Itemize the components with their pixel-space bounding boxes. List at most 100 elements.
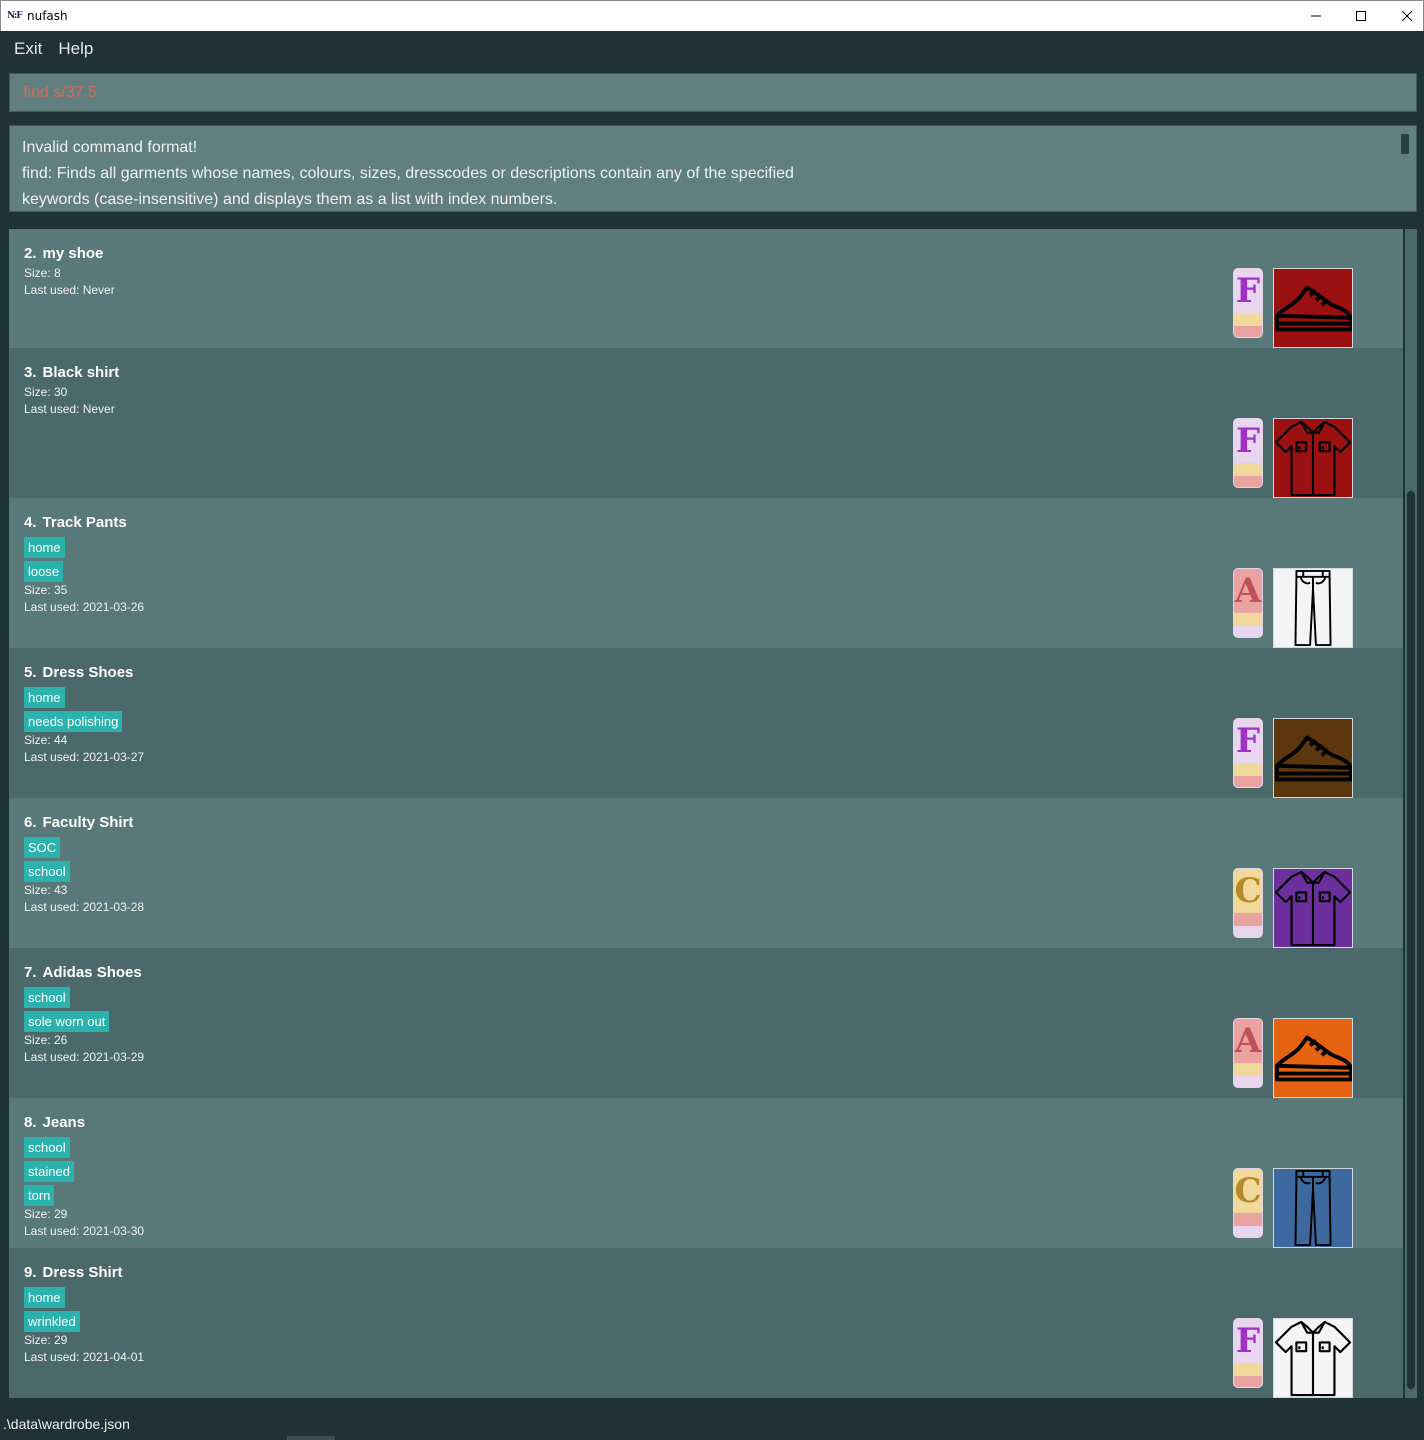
garment-card[interactable]: 6. Faculty Shirt SOC school Size: 43 Last use…	[9, 798, 1403, 948]
garment-title: 5. Dress Shoes	[24, 662, 1388, 684]
list-scrollbar[interactable]	[1405, 229, 1417, 1398]
garment-size: Size: 29	[24, 1333, 68, 1347]
maximize-icon	[1356, 11, 1366, 21]
shirt-icon	[1273, 418, 1353, 498]
window-title: nufash	[27, 9, 68, 23]
garment-name: Dress Shirt	[42, 1264, 123, 1281]
dresscode-stripe	[1234, 1226, 1262, 1237]
pants-icon	[1273, 1168, 1353, 1248]
description-tag: wrinkled	[24, 1311, 80, 1332]
dresscode-active-badge: A	[1233, 568, 1263, 638]
garment-last-used: Last used: 2021-04-01	[24, 1350, 145, 1364]
minimize-icon	[1311, 15, 1321, 17]
tag-row: home	[24, 534, 1388, 558]
dresscode-casual-badge: C	[1233, 1168, 1263, 1238]
garment-card[interactable]: 2. my shoe Size: 8 Last used: Never F	[9, 229, 1403, 348]
pants-icon	[1273, 568, 1353, 648]
menu-exit[interactable]: Exit	[7, 39, 49, 59]
garment-size: Size: 8	[24, 266, 61, 280]
close-button[interactable]	[1384, 1, 1424, 31]
garment-name: Faculty Shirt	[42, 814, 134, 831]
dresscode-formal-badge: F	[1233, 718, 1263, 788]
tag-row: home	[24, 1284, 1388, 1308]
maximize-button[interactable]	[1338, 1, 1384, 31]
garment-size: Size: 43	[24, 883, 68, 897]
dresscode-casual-badge: C	[1233, 868, 1263, 938]
garment-list[interactable]: 2. my shoe Size: 8 Last used: Never F 3. Black…	[9, 229, 1403, 1398]
tag-row: torn	[24, 1182, 1388, 1206]
dresscode-stripe	[1234, 776, 1262, 787]
status-bar: .\data\wardrobe.json	[0, 1408, 1424, 1440]
result-scrollbar[interactable]	[1400, 132, 1410, 206]
garment-name: my shoe	[42, 245, 104, 262]
garment-list-container: 2. my shoe Size: 8 Last used: Never F 3. Black…	[0, 218, 1424, 1408]
garment-index: 4.	[24, 514, 37, 531]
garment-index: 9.	[24, 1264, 37, 1281]
garment-title: 3. Black shirt	[24, 362, 1388, 384]
garment-card[interactable]: 5. Dress Shoes home needs polishing Size: 44…	[9, 648, 1403, 798]
menu-help[interactable]: Help	[51, 39, 100, 59]
garment-name: Adidas Shoes	[42, 964, 142, 981]
dresscode-formal-badge: F	[1233, 268, 1263, 338]
tag-row: needs polishing	[24, 708, 1388, 732]
description-tag: stained	[24, 1161, 74, 1182]
dresscode-stripe	[1234, 1063, 1262, 1076]
description-tag: home	[24, 537, 65, 558]
result-line: find: Finds all garments whose names, co…	[22, 165, 794, 182]
garment-card[interactable]: 4. Track Pants home loose Size: 35 Last used:…	[9, 498, 1403, 648]
garment-last-used: Last used: 2021-03-29	[24, 1050, 145, 1064]
dresscode-stripe	[1234, 626, 1262, 637]
garment-index: 8.	[24, 1114, 37, 1131]
garment-card[interactable]: 3. Black shirt Size: 30 Last used: Never F	[9, 348, 1403, 498]
garment-size: Size: 44	[24, 733, 68, 747]
dresscode-letter: F	[1234, 419, 1262, 463]
dresscode-letter: A	[1234, 569, 1262, 613]
app-logo: N:F	[7, 11, 23, 21]
garment-card[interactable]: 9. Dress Shirt home wrinkled Size: 29 Last us…	[9, 1248, 1403, 1398]
status-divider	[287, 1436, 335, 1440]
garment-index: 6.	[24, 814, 37, 831]
command-input[interactable]: find s/37.5	[9, 73, 1417, 112]
garment-card[interactable]: 8. Jeans school stained torn Size: 29 Last use…	[9, 1098, 1403, 1248]
garment-title: 6. Faculty Shirt	[24, 812, 1388, 834]
dresscode-letter: C	[1234, 1169, 1262, 1213]
garment-size: Size: 35	[24, 583, 68, 597]
shoe-icon	[1273, 268, 1353, 348]
tag-row: school	[24, 858, 1388, 882]
menu-bar: Exit Help	[0, 31, 1424, 67]
dresscode-letter: F	[1234, 269, 1262, 313]
garment-title: 2. my shoe	[24, 243, 1388, 265]
command-box-container: find s/37.5	[0, 67, 1424, 119]
list-scrollbar-thumb[interactable]	[1407, 491, 1415, 1389]
garment-last-used: Last used: Never	[24, 283, 115, 297]
description-tag: needs polishing	[24, 711, 123, 732]
garment-last-used: Last used: 2021-03-28	[24, 900, 145, 914]
tag-row: wrinkled	[24, 1308, 1388, 1332]
description-tag: home	[24, 1287, 65, 1308]
garment-title: 9. Dress Shirt	[24, 1262, 1388, 1284]
dresscode-formal-badge: F	[1233, 418, 1263, 488]
tag-row: school	[24, 1134, 1388, 1158]
dresscode-stripe	[1234, 326, 1262, 337]
garment-card[interactable]: 7. Adidas Shoes school sole worn out Size: 2…	[9, 948, 1403, 1098]
dresscode-letter: F	[1234, 1319, 1262, 1363]
garment-index: 3.	[24, 364, 37, 381]
description-tag: school	[24, 987, 70, 1008]
result-line: Invalid command format!	[22, 139, 198, 156]
garment-index: 2.	[24, 245, 37, 262]
description-tag: torn	[24, 1185, 55, 1206]
garment-last-used: Last used: Never	[24, 402, 115, 416]
shoe-icon	[1273, 718, 1353, 798]
garment-size: Size: 29	[24, 1207, 68, 1221]
shirt-icon	[1273, 1318, 1353, 1398]
minimize-button[interactable]	[1293, 1, 1339, 31]
dresscode-stripe	[1234, 613, 1262, 626]
tag-row: sole worn out	[24, 1008, 1388, 1032]
dresscode-stripe	[1234, 1213, 1262, 1226]
garment-size: Size: 30	[24, 385, 68, 399]
dresscode-stripe	[1234, 763, 1262, 776]
dresscode-letter: A	[1234, 1019, 1262, 1063]
garment-last-used: Last used: 2021-03-30	[24, 1224, 145, 1238]
dresscode-stripe	[1234, 926, 1262, 937]
result-scrollbar-thumb[interactable]	[1401, 134, 1409, 154]
